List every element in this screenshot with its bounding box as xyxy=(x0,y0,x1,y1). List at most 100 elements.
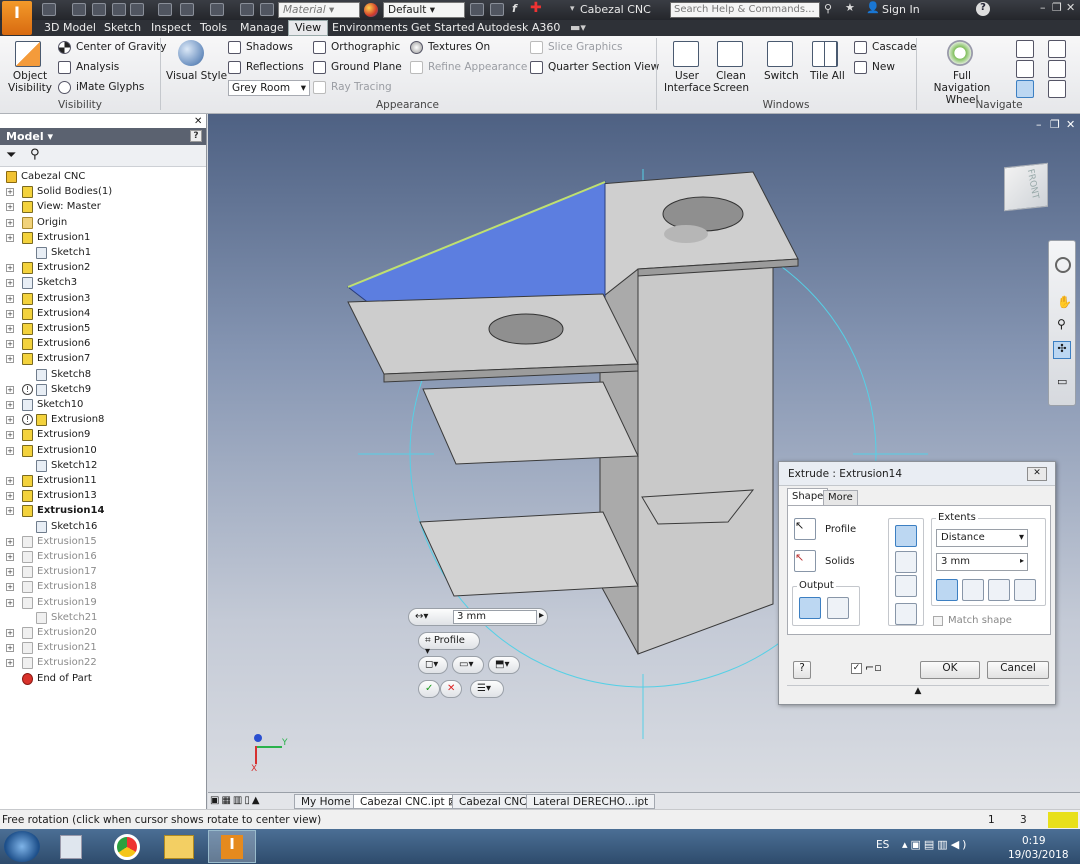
dialog-expand-bar[interactable]: ▲ xyxy=(787,685,1049,696)
minimize-icon[interactable]: – xyxy=(1040,1,1046,14)
orbit-nav-icon[interactable]: ✣ xyxy=(1053,341,1071,359)
mini-cancel-button[interactable]: ✕ xyxy=(440,680,462,698)
tab-3d-model[interactable]: 3D Model xyxy=(44,21,96,34)
switch-button[interactable]: Switch xyxy=(764,70,799,82)
clock-date[interactable]: 19/03/2018 xyxy=(1008,849,1069,861)
view-face-icon[interactable] xyxy=(1048,80,1066,98)
tab-more[interactable]: More xyxy=(823,490,858,505)
tree-node[interactable]: + View: Master xyxy=(6,200,202,214)
tree-node[interactable]: Cabezal CNC xyxy=(6,170,202,184)
search-input[interactable]: Search Help & Commands... xyxy=(670,2,820,18)
switch-icon[interactable] xyxy=(767,41,793,67)
expand-toggle-icon[interactable]: + xyxy=(6,355,14,364)
tile-all-button[interactable]: Tile All xyxy=(810,70,845,82)
expand-toggle-icon[interactable]: + xyxy=(6,218,14,227)
join-icon[interactable] xyxy=(895,525,917,547)
tree-node[interactable]: + Extrusion3 xyxy=(6,292,202,306)
tree-node[interactable]: +! Sketch9 xyxy=(6,383,202,397)
distance-mini-input[interactable]: 3 mm xyxy=(453,610,537,624)
tab-autodesk-a360[interactable]: Autodesk A360 xyxy=(477,21,560,34)
object-visibility-icon[interactable] xyxy=(15,41,41,67)
textures-on-button[interactable]: Textures On xyxy=(428,41,490,53)
expand-toggle-icon[interactable]: + xyxy=(6,477,14,485)
steering-wheel-icon[interactable] xyxy=(1055,257,1071,273)
mini-ok-button[interactable]: ✓ xyxy=(418,680,440,698)
preview-checkbox[interactable]: ✓ xyxy=(851,663,862,674)
pan-icon[interactable] xyxy=(1016,40,1034,58)
expand-toggle-icon[interactable]: + xyxy=(6,659,14,668)
expand-toggle-icon[interactable]: + xyxy=(6,203,14,212)
binoculars-icon[interactable]: ⚲ xyxy=(824,2,832,15)
clean-screen-button[interactable]: Clean Screen xyxy=(712,70,750,94)
open-icon[interactable] xyxy=(72,3,86,16)
tile-all-icon[interactable] xyxy=(812,41,838,67)
filter-icon[interactable]: ⏷ xyxy=(6,148,16,163)
tree-node[interactable]: + Extrusion20 xyxy=(6,626,202,640)
shadows-icon[interactable] xyxy=(228,41,241,54)
orthographic-icon[interactable] xyxy=(313,41,326,54)
orthographic-button[interactable]: Orthographic xyxy=(331,41,400,53)
select-icon[interactable] xyxy=(210,3,224,16)
center-of-gravity-button[interactable]: Center of Gravity xyxy=(76,41,167,53)
print-icon[interactable] xyxy=(180,3,194,16)
cut-icon[interactable] xyxy=(895,551,917,573)
expand-toggle-icon[interactable]: + xyxy=(6,325,14,333)
expand-toggle-icon[interactable]: + xyxy=(6,568,14,577)
ok-button[interactable]: OK xyxy=(920,661,980,679)
direction-asymmetric-icon[interactable] xyxy=(1014,579,1036,601)
inventor-taskbar-icon[interactable]: I xyxy=(208,830,256,863)
clean-screen-icon[interactable] xyxy=(717,41,743,67)
browser-help-icon[interactable]: ? xyxy=(190,130,202,142)
find-icon[interactable]: ⚲ xyxy=(30,147,40,162)
explorer-taskbar-icon[interactable] xyxy=(164,835,194,859)
expand-toggle-icon[interactable]: + xyxy=(6,416,14,425)
distance-arrow-icon[interactable]: ▸ xyxy=(539,610,544,621)
mini-menu-button[interactable]: ☰▾ xyxy=(470,680,504,698)
imate-glyphs-button[interactable]: iMate Glyphs xyxy=(76,81,144,93)
language-indicator[interactable]: ES xyxy=(876,839,889,851)
reflections-icon[interactable] xyxy=(228,61,241,74)
expand-toggle-icon[interactable]: + xyxy=(6,583,14,592)
direction-mini-button[interactable]: ▭▾ xyxy=(452,656,484,674)
profile-mini-button[interactable]: ⌗ Profile ▾ xyxy=(418,632,480,657)
cross-icon[interactable]: ✚ xyxy=(530,0,542,16)
expand-toggle-icon[interactable]: + xyxy=(6,294,14,303)
expand-toggle-icon[interactable]: + xyxy=(6,492,14,501)
new-window-button[interactable]: New xyxy=(872,61,895,73)
distance-input[interactable]: 3 mm ▸ xyxy=(936,553,1028,571)
new-solid-icon[interactable] xyxy=(895,603,917,625)
expand-toggle-icon[interactable]: + xyxy=(6,553,14,561)
app-logo[interactable]: I xyxy=(2,1,32,35)
tab-inspect[interactable]: Inspect xyxy=(151,21,191,34)
tree-node[interactable]: +! Extrusion8 xyxy=(6,413,202,427)
undo-icon[interactable] xyxy=(112,3,126,16)
dialog-title-bar[interactable]: Extrude : Extrusion14 ✕ xyxy=(779,462,1055,486)
star-icon[interactable]: ★ xyxy=(845,1,855,14)
tree-node[interactable]: + Extrusion13 xyxy=(6,489,202,503)
tree-node[interactable]: + Extrusion6 xyxy=(6,337,202,351)
clear-appearance-icon[interactable] xyxy=(490,3,504,16)
viewport-restore-icon[interactable]: ❐ xyxy=(1050,118,1060,131)
match-shape-checkbox[interactable] xyxy=(933,616,943,626)
tab-environments[interactable]: Environments xyxy=(332,21,408,34)
zoom-all-icon[interactable] xyxy=(1048,60,1066,78)
expand-toggle-icon[interactable]: + xyxy=(6,431,14,440)
settings-icon[interactable] xyxy=(260,3,274,16)
chrome-taskbar-icon[interactable] xyxy=(114,834,140,860)
browser-close-icon[interactable]: ✕ xyxy=(194,116,202,127)
operation-mini-button[interactable]: ⬒▾ xyxy=(488,656,520,674)
home-icon[interactable] xyxy=(158,3,172,16)
user-interface-button[interactable]: User Interface xyxy=(664,70,711,94)
material-dropdown[interactable]: Material ▾ xyxy=(278,2,360,18)
output-mini-button[interactable]: ◻▾ xyxy=(418,656,448,674)
analysis-icon[interactable] xyxy=(58,61,71,74)
tab-tools[interactable]: Tools xyxy=(200,21,227,34)
expand-toggle-icon[interactable]: + xyxy=(6,279,14,288)
tree-node[interactable]: + Extrusion11 xyxy=(6,474,202,488)
tree-node[interactable]: Sketch16 xyxy=(6,520,202,534)
help-icon[interactable]: ? xyxy=(976,2,990,16)
cancel-button[interactable]: Cancel xyxy=(987,661,1049,679)
tree-node[interactable]: + Extrusion4 xyxy=(6,307,202,321)
calculator-taskbar-icon[interactable] xyxy=(60,835,82,859)
expand-toggle-icon[interactable]: + xyxy=(6,309,14,318)
